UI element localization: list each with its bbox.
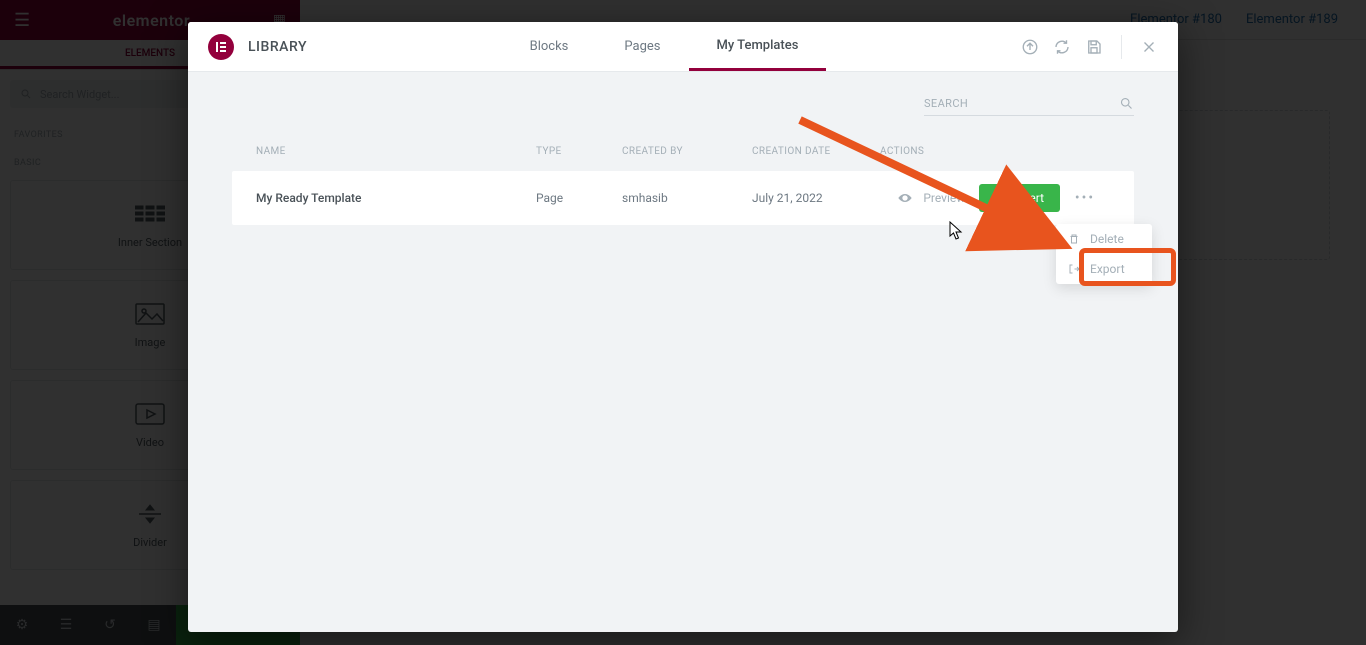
- modal-body: NAME TYPE CREATED BY CREATION DATE ACTIO…: [188, 72, 1178, 632]
- dropdown-export-label: Export: [1090, 262, 1125, 276]
- upload-icon[interactable]: [1021, 38, 1039, 56]
- dropdown-export[interactable]: Export: [1056, 254, 1152, 284]
- table-row: My Ready Template Page smhasib July 21, …: [232, 171, 1134, 225]
- template-type: Page: [536, 191, 622, 205]
- modal-title: LIBRARY: [248, 39, 307, 55]
- separator: [1121, 35, 1122, 59]
- insert-label: Insert: [1013, 191, 1044, 205]
- modal-overlay: LIBRARY Blocks Pages My Templates: [0, 0, 1366, 645]
- close-icon[interactable]: [1140, 38, 1158, 56]
- export-icon: [1068, 263, 1080, 275]
- template-creation-date: July 21, 2022: [752, 191, 880, 205]
- dropdown-delete[interactable]: Delete: [1056, 224, 1152, 254]
- eye-icon: [897, 192, 913, 204]
- dropdown-delete-label: Delete: [1090, 232, 1124, 246]
- preview-label: Preview: [923, 191, 965, 205]
- preview-button[interactable]: Preview: [897, 191, 965, 205]
- col-type-header[interactable]: TYPE: [536, 146, 622, 157]
- col-creation-date-header[interactable]: CREATION DATE: [752, 146, 880, 157]
- save-icon[interactable]: [1085, 38, 1103, 56]
- insert-button[interactable]: Insert: [979, 184, 1060, 212]
- template-created-by: smhasib: [622, 191, 752, 205]
- library-modal: LIBRARY Blocks Pages My Templates: [188, 22, 1178, 632]
- actions-dropdown: Delete Export: [1056, 224, 1152, 284]
- more-actions-button[interactable]: •••: [1060, 190, 1110, 206]
- trash-icon: [1068, 233, 1080, 245]
- search-icon: [1119, 96, 1134, 111]
- template-search-field[interactable]: [924, 96, 1134, 116]
- modal-actions: [1021, 35, 1158, 59]
- col-actions-header: ACTIONS: [880, 146, 1110, 157]
- table-header: NAME TYPE CREATED BY CREATION DATE ACTIO…: [232, 124, 1134, 171]
- download-icon: [991, 191, 1005, 205]
- sync-icon[interactable]: [1053, 38, 1071, 56]
- tab-blocks[interactable]: Blocks: [502, 22, 597, 71]
- col-name-header[interactable]: NAME: [256, 146, 536, 157]
- template-name: My Ready Template: [256, 191, 536, 205]
- search-input[interactable]: [924, 97, 1084, 110]
- elementor-logo-icon: [208, 34, 234, 60]
- modal-header: LIBRARY Blocks Pages My Templates: [188, 22, 1178, 72]
- col-created-by-header[interactable]: CREATED BY: [622, 146, 752, 157]
- modal-tabs: Blocks Pages My Templates: [502, 22, 827, 71]
- tab-pages[interactable]: Pages: [596, 22, 688, 71]
- tab-my-templates[interactable]: My Templates: [689, 22, 827, 71]
